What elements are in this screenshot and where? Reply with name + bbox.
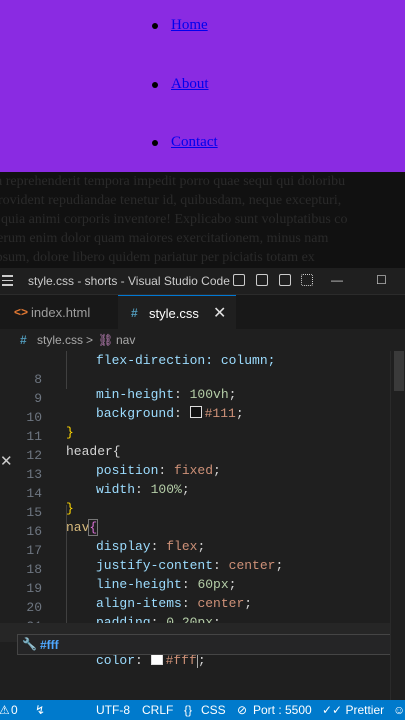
language-braces-icon: {} [184,703,193,717]
tab-label: style.css [149,306,199,321]
breadcrumb-symbol[interactable]: nav [116,333,135,347]
breadcrumb-file[interactable]: style.css [37,333,83,347]
preview-nav-item-about: About [152,76,209,93]
css-file-icon: # [131,306,138,320]
code-line: 21 background-color: blueviolet; [0,604,405,649]
preview-text-line: nda reprehenderit tempora impedit porro … [0,174,346,189]
prettier-button[interactable]: ✓✓ Prettier [322,703,384,717]
css-property: color [96,653,136,668]
breadcrumb-separator-icon: > [86,333,94,347]
preview-nav-link-about[interactable]: About [171,76,209,92]
code-line: 12 position: fixed; [0,433,405,478]
bullet-icon [152,82,158,88]
code-line: 17 justify-content: center; [0,528,405,573]
preview-nav-bar: Home About Contact [0,0,405,172]
code-line: 16 display: flex; [0,509,405,554]
preview-text-line: tur quia animi corporis inventore! Expli… [0,212,348,227]
code-line: 19 align-items: center; [0,566,405,611]
preview-text-line: n rerum enim dolor quam maiores exercita… [0,231,329,246]
close-tab-icon[interactable]: ✕ [213,303,226,323]
suggestion-item[interactable]: #fff [40,638,59,652]
wrench-icon: 🔧 [22,638,37,652]
title-bar: style.css - shorts - Visual Studio Code … [0,268,405,295]
preview-nav-item-home: Home [152,17,208,34]
code-line: 8 min-height: 100vh; [0,357,405,402]
tab-label: index.html [31,305,91,320]
css-value: #fff [165,653,197,668]
code-line: 20 padding: 0 20px; [0,585,405,630]
code-line: 15 nav{ [0,490,405,536]
code-line: 13 width: 100%; [0,452,405,497]
css-file-icon: # [20,333,27,347]
encoding-button[interactable]: UTF-8 [96,703,130,717]
window-title: style.css - shorts - Visual Studio Code [28,274,230,288]
symbol-icon: ⛓ [98,333,114,347]
preview-nav-link-contact[interactable]: Contact [171,134,218,150]
scrollbar-thumb[interactable] [394,351,404,391]
live-share-icon[interactable]: ↯ [35,703,45,717]
toggle-panel-icon[interactable] [256,274,268,286]
preview-text-line: e ipsum, dolore libero quidem pariatur p… [0,250,315,265]
bullet-icon [152,140,158,146]
minimize-button[interactable]: — [331,273,343,287]
eol-button[interactable]: CRLF [142,703,173,717]
customize-layout-icon[interactable] [301,274,313,286]
toggle-secondary-sidebar-icon[interactable] [279,274,291,286]
error-count[interactable]: 0 [11,703,18,717]
code-line: 11 header{ [0,414,405,459]
tab-style-css[interactable]: # style.css ✕ [118,295,236,329]
menu-icon[interactable] [2,275,13,289]
status-bar: ⚠ 0 ↯ UTF-8 CRLF {} CSS ⊘ Port : 5500 ✓✓… [0,700,405,720]
code-line: 10 } [0,395,405,440]
maximize-button[interactable]: ☐ [376,273,387,287]
code-line: 18 line-height: 60px; [0,547,405,592]
preview-nav-item-contact: Contact [152,134,218,151]
port-icon: ⊘ [237,703,248,717]
bullet-icon [152,23,158,29]
code-line: 9 background: #111; [0,376,405,421]
live-server-port-button[interactable]: Port : 5500 [253,703,312,717]
error-icon[interactable]: ⚠ [0,703,10,717]
html-file-icon: <> [14,305,29,319]
preview-text-line: s provident repudiandae tenetur id, quib… [0,193,342,208]
preview-nav-link-home[interactable]: Home [171,17,208,33]
close-suggestion-icon[interactable]: ✕ [0,452,16,470]
code-line: 14 } [0,471,405,516]
breadcrumb: # style.css > ⛓ nav [0,329,405,351]
text-cursor [196,653,198,668]
language-button[interactable]: CSS [201,703,226,717]
tab-index-html[interactable]: <> index.html [0,295,118,329]
feedback-icon[interactable]: ☺ [393,703,405,717]
editor-tab-bar: <> index.html # style.css ✕ [0,295,405,330]
toggle-primary-sidebar-icon[interactable] [233,274,245,286]
browser-preview: Home About Contact nda reprehenderit tem… [0,0,405,268]
editor-scrollbar[interactable] [390,351,405,700]
code-editor[interactable]: flex-direction: column; 8 min-height: 10… [0,351,405,700]
preview-body-text: nda reprehenderit tempora impedit porro … [0,172,405,267]
suggestion-widget[interactable]: 🔧 #fff [17,634,405,655]
